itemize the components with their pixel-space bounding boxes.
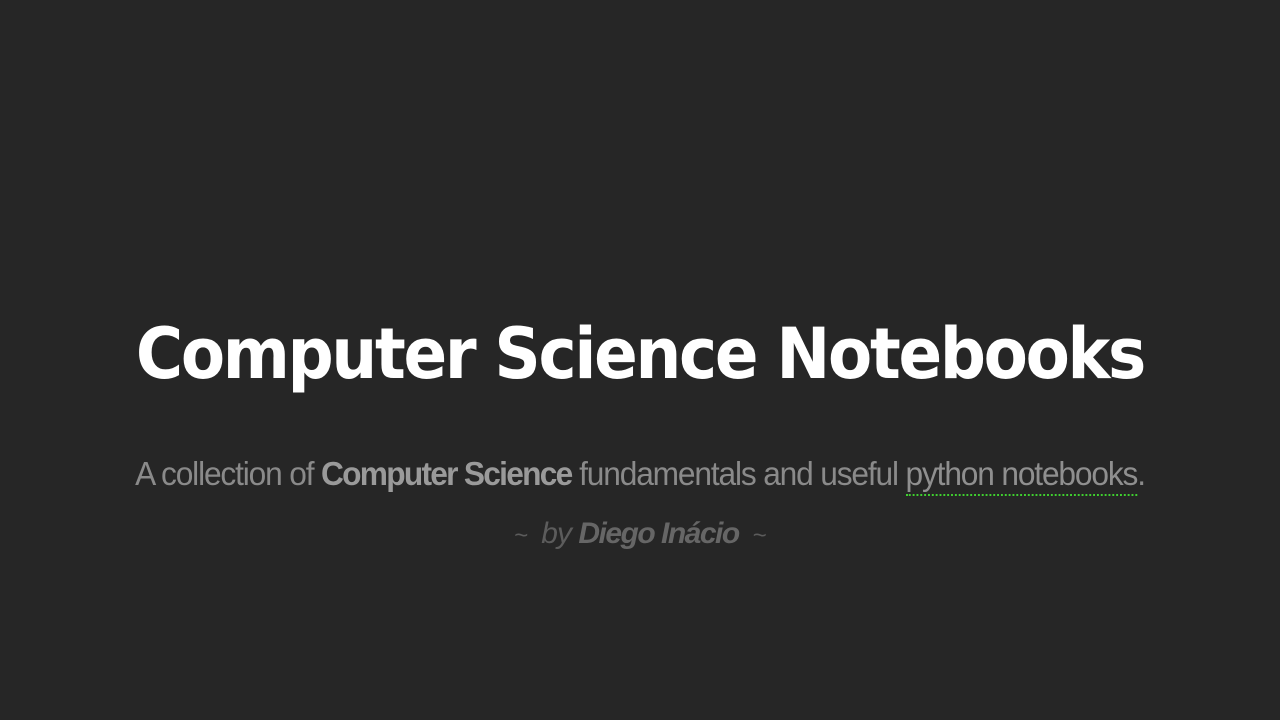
byline: ~ by Diego Inácio ~: [0, 514, 1280, 556]
python-notebooks-link[interactable]: python notebooks: [905, 455, 1138, 496]
subtitle-emphasis: Computer Science: [320, 455, 573, 492]
byline-tilde-right: ~: [752, 522, 767, 549]
subtitle-middle: fundamentals and useful: [571, 455, 906, 492]
page: Computer Science Notebooks A collection …: [0, 0, 1280, 720]
page-subtitle: A collection of Computer Science fundame…: [26, 452, 1255, 496]
subtitle-suffix: .: [1137, 455, 1146, 492]
page-title: Computer Science Notebooks: [135, 313, 1146, 395]
author-name: Diego Inácio: [578, 517, 740, 550]
byline-by: by: [541, 517, 572, 550]
byline-tilde-left: ~: [514, 522, 528, 549]
subtitle-prefix: A collection of: [135, 455, 321, 492]
